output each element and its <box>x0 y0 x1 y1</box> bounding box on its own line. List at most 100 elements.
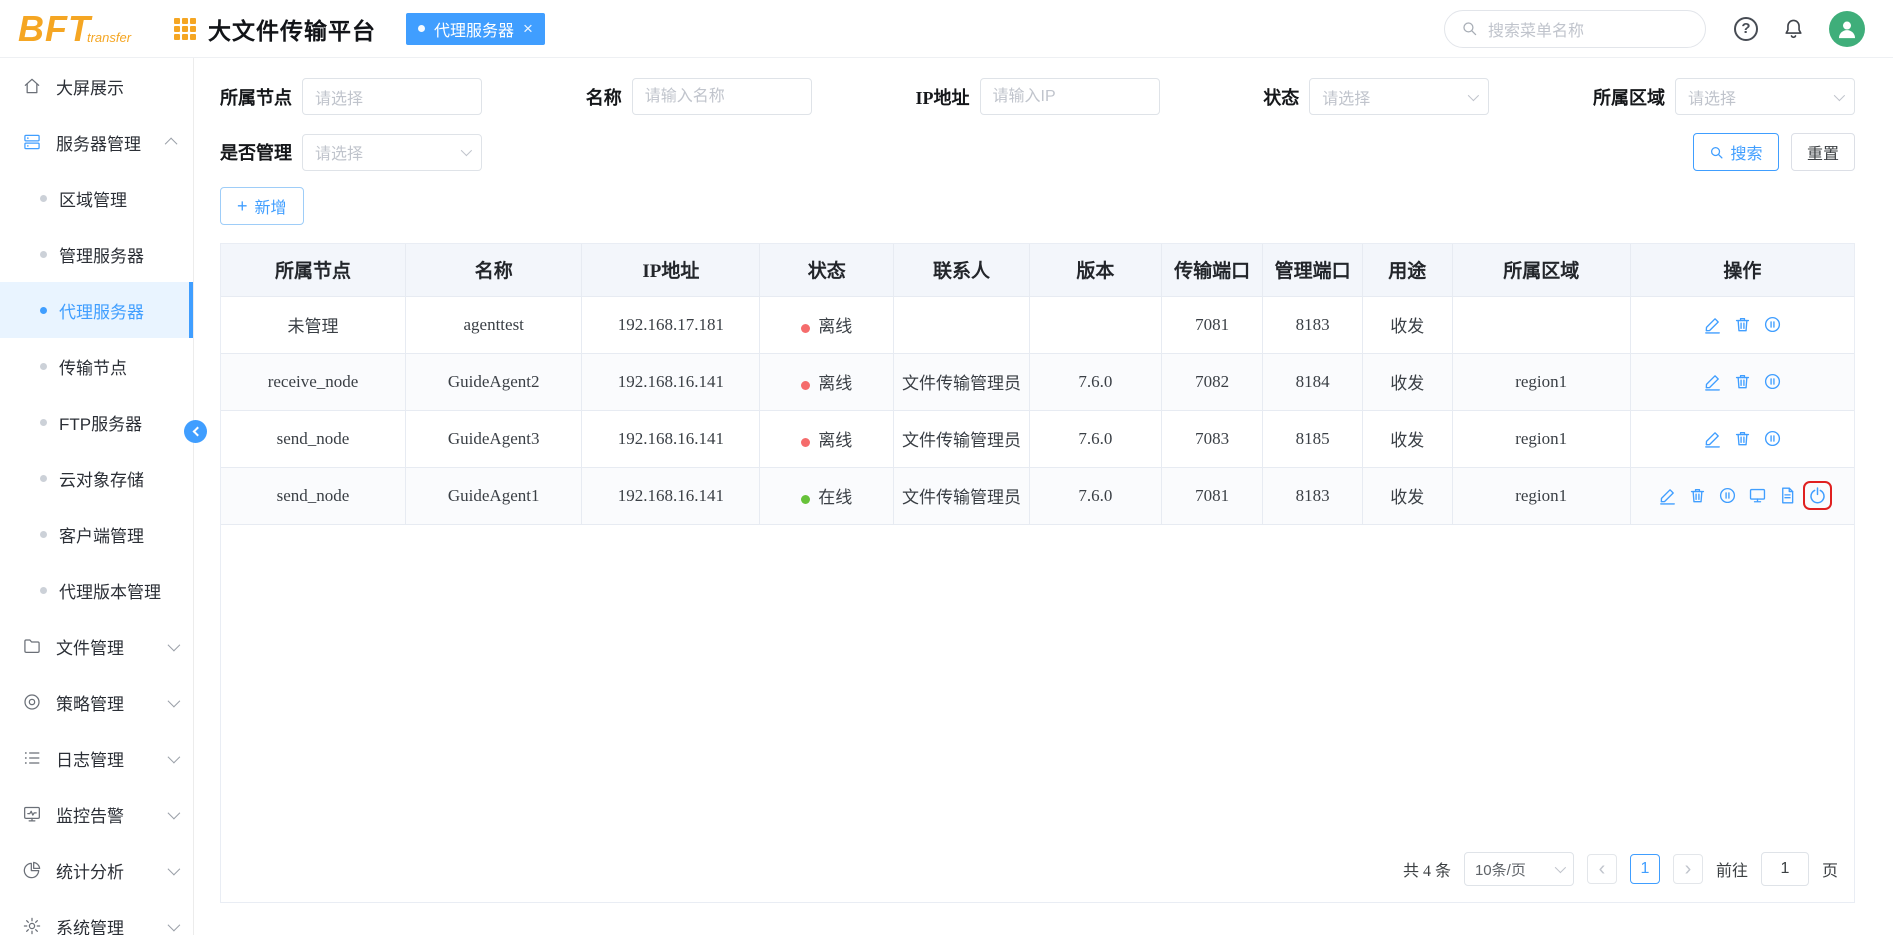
delete-icon[interactable] <box>1733 315 1752 334</box>
sidebar-item-proxy-server[interactable]: 代理服务器 <box>0 282 193 338</box>
table-row: receive_node GuideAgent2 192.168.16.141 离线 文… <box>221 353 1854 411</box>
user-avatar[interactable] <box>1829 10 1865 47</box>
managed-select[interactable]: 请选择 <box>302 133 482 171</box>
ip-input[interactable] <box>979 78 1160 115</box>
sidebar-item-log-management[interactable]: 日志管理 <box>0 730 193 786</box>
sidebar-item-file-management[interactable]: 文件管理 <box>0 618 193 674</box>
sidebar-item-label: 代理服务器 <box>59 302 144 322</box>
apps-grid-icon[interactable] <box>174 17 196 40</box>
sidebar-item-label: 系统管理 <box>56 918 124 935</box>
sidebar-item-server-management[interactable]: 服务器管理 <box>0 114 193 170</box>
add-button[interactable]: + 新增 <box>220 187 304 225</box>
bullet-icon <box>40 306 47 314</box>
pause-icon[interactable] <box>1718 486 1737 505</box>
search-button[interactable]: 搜索 <box>1693 133 1779 171</box>
contact-cell: 文件传输管理员 <box>893 353 1030 411</box>
filter-region: 所属区域 请选择 <box>1593 78 1855 115</box>
name-filter-label: 名称 <box>585 87 622 108</box>
bullet-icon <box>40 362 47 370</box>
sidebar-item-region-management[interactable]: 区域管理 <box>0 170 193 226</box>
sidebar-item-label: 客户端管理 <box>59 526 144 546</box>
name-input[interactable] <box>631 78 812 115</box>
name-cell: GuideAgent3 <box>405 410 583 468</box>
status-cell: 离线 <box>759 296 895 354</box>
usage-cell: 收发 <box>1362 296 1453 354</box>
tab-proxy-server[interactable]: 代理服务器 × <box>406 12 545 45</box>
manage-port-cell: 8184 <box>1262 353 1363 411</box>
tab-close-icon[interactable]: × <box>523 19 533 39</box>
help-icon[interactable]: ? <box>1734 16 1758 41</box>
contact-cell: 文件传输管理员 <box>893 467 1030 525</box>
sidebar: 大屏展示 服务器管理 区域管理管理服务器代理服务器传输节点 FTP服务器 云对象存储客户… <box>0 58 194 935</box>
page-1-button[interactable]: 1 <box>1629 854 1660 884</box>
status-cell: 离线 <box>759 410 895 468</box>
bell-icon[interactable] <box>1782 17 1805 40</box>
sidebar-item-policy-management[interactable]: 策略管理 <box>0 674 193 730</box>
page-size-select[interactable]: 10条/页 <box>1463 852 1574 886</box>
region-select[interactable]: 请选择 <box>1675 78 1855 115</box>
node-select[interactable]: 请选择 <box>302 78 482 115</box>
sidebar-item-client-management[interactable]: 客户端管理 <box>0 506 193 562</box>
usage-cell: 收发 <box>1362 410 1453 468</box>
sidebar-item-dashboard[interactable]: 大屏展示 <box>0 58 193 114</box>
node-cell: 未管理 <box>221 296 407 354</box>
edit-icon[interactable] <box>1703 372 1722 391</box>
pause-icon[interactable] <box>1763 372 1782 391</box>
sidebar-item-ftp-server[interactable]: FTP服务器 <box>0 394 193 450</box>
goto-page-input[interactable] <box>1760 852 1809 886</box>
table-body: 未管理 agenttest 192.168.17.181 离线 7081 8183 收发 re… <box>221 296 1854 525</box>
log-icon <box>22 748 42 768</box>
chevron-up-icon <box>164 137 178 150</box>
chevron-down-icon <box>167 750 181 763</box>
chevron-down-icon <box>1554 861 1567 874</box>
sidebar-item-agent-version-management[interactable]: 代理版本管理 <box>0 562 193 618</box>
delete-icon[interactable] <box>1688 486 1707 505</box>
sidebar-item-management-server[interactable]: 管理服务器 <box>0 226 193 282</box>
version-cell: 7.6.0 <box>1029 467 1163 525</box>
document-icon[interactable] <box>1778 486 1797 505</box>
bullet-icon <box>40 474 47 482</box>
contact-cell <box>893 296 1030 354</box>
pause-icon[interactable] <box>1763 315 1782 334</box>
status-select[interactable]: 请选择 <box>1309 78 1490 115</box>
search-icon <box>1461 20 1478 37</box>
sidebar-item-monitor-alert[interactable]: 监控告警 <box>0 786 193 842</box>
bullet-icon <box>40 194 47 202</box>
name-cell: GuideAgent1 <box>405 467 583 525</box>
monitor-icon[interactable] <box>1748 486 1767 505</box>
sidebar-item-label: 管理服务器 <box>59 246 144 266</box>
node-cell: send_node <box>221 410 407 468</box>
edit-icon[interactable] <box>1658 486 1677 505</box>
logo-text: BFT <box>18 7 91 49</box>
pause-icon[interactable] <box>1763 429 1782 448</box>
region-cell: region1 <box>1452 467 1631 525</box>
region-cell <box>1452 296 1631 354</box>
file-icon <box>22 636 42 656</box>
next-page-button[interactable]: › <box>1672 854 1703 884</box>
sidebar-item-system-management[interactable]: 系统管理 <box>0 898 193 935</box>
prev-page-button[interactable]: ‹ <box>1586 854 1617 884</box>
version-cell: 7.6.0 <box>1029 353 1163 411</box>
reset-button[interactable]: 重置 <box>1791 133 1855 171</box>
edit-icon[interactable] <box>1703 429 1722 448</box>
column-header: 传输端口 <box>1161 244 1264 297</box>
filter-managed: 是否管理 请选择 <box>220 133 482 171</box>
sidebar-item-statistics-analysis[interactable]: 统计分析 <box>0 842 193 898</box>
delete-icon[interactable] <box>1733 372 1752 391</box>
filter-status: 状态 请选择 <box>1263 78 1490 115</box>
transfer-port-cell: 7082 <box>1161 353 1264 411</box>
name-cell: agenttest <box>405 296 583 354</box>
edit-icon[interactable] <box>1703 315 1722 334</box>
ip-cell: 192.168.16.141 <box>581 467 761 525</box>
sidebar-item-label: 文件管理 <box>56 638 124 658</box>
sidebar-item-transfer-node[interactable]: 传输节点 <box>0 338 193 394</box>
sidebar-item-cloud-object-storage[interactable]: 云对象存储 <box>0 450 193 506</box>
delete-icon[interactable] <box>1733 429 1752 448</box>
node-cell: send_node <box>221 467 407 525</box>
power-icon[interactable] <box>1802 481 1832 510</box>
sidebar-collapse-button[interactable] <box>184 420 207 443</box>
sidebar-item-label: 策略管理 <box>56 694 124 714</box>
menu-search-input[interactable]: 搜索菜单名称 <box>1444 9 1706 48</box>
status-cell: 在线 <box>759 467 895 525</box>
column-header: 联系人 <box>893 244 1030 297</box>
